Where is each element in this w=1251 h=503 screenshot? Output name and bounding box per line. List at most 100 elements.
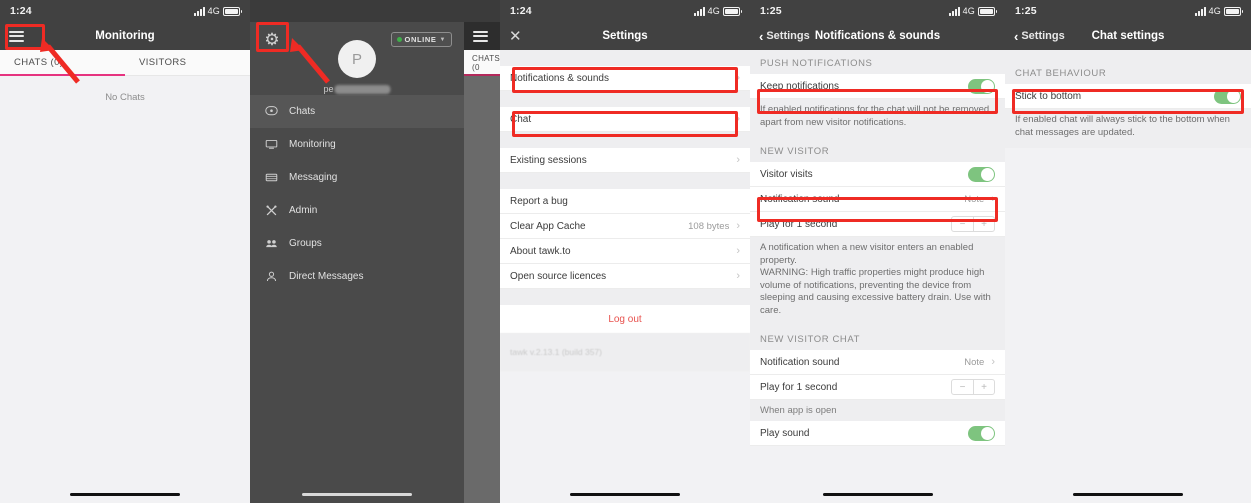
row-label: Notification sound [760,356,840,368]
settings-row-notifications[interactable]: Notifications & sounds › [500,66,750,91]
signal-bars-icon [948,6,960,16]
chevron-left-icon[interactable]: ‹ [1014,30,1018,43]
home-indicator [570,493,680,496]
toggle-keep-notifications[interactable] [968,78,995,94]
toggle-play-sound[interactable] [968,425,995,441]
navigation-drawer: ⚙ ONLINE ▼ P pe Chats Monitoring Messagi… [250,22,500,503]
group-icon [264,237,278,250]
panel-chat-settings: 1:25 4G ‹ Settings Chat settings CHAT BE… [1005,0,1251,503]
sidebar-item-label: Groups [289,238,322,249]
row-play-duration-visitor[interactable]: Play for 1 second − + [750,212,1005,238]
status-time: 1:25 [760,5,782,17]
online-dot-icon [396,37,402,42]
home-indicator [70,493,180,496]
network-label: 4G [207,6,220,16]
peek-tab-chats[interactable]: CHATS (0 [464,50,500,76]
row-notification-sound-chat[interactable]: Notification sound Note › [750,350,1005,376]
nav-bar-settings: ✕ Settings [500,22,750,50]
settings-row-about[interactable]: About tawk.to › [500,239,750,264]
panel-settings: 1:24 4G ✕ Settings Notifications & sound… [500,0,750,503]
signal-bars-icon [444,7,455,16]
stepper-plus-icon[interactable]: + [973,217,994,232]
status-indicators: 4G [948,6,997,16]
username: pe [323,84,391,94]
section-note-push: If enabled notifications for the chat wi… [750,99,1005,139]
drawer-menu: Chats Monitoring Messaging Admin Groups … [250,95,464,293]
list-gap [500,289,750,305]
chevron-left-icon[interactable]: ‹ [759,30,763,43]
row-label: Play sound [760,427,810,439]
settings-row-existing-sessions[interactable]: Existing sessions › [500,148,750,173]
close-icon[interactable]: ✕ [509,29,522,44]
sidebar-item-direct-messages[interactable]: Direct Messages [250,260,464,293]
sidebar-item-messaging[interactable]: Messaging [250,161,464,194]
chevron-right-icon: › [736,220,740,232]
row-visitor-visits[interactable]: Visitor visits [750,162,1005,188]
logout-button[interactable]: Log out [500,305,750,333]
sidebar-item-monitoring[interactable]: Monitoring [250,128,464,161]
monitor-icon [264,138,278,151]
section-note-chat-behaviour: If enabled chat will always stick to the… [1005,109,1251,149]
home-indicator [302,493,412,496]
stepper-plus-icon[interactable]: + [973,380,994,395]
settings-row-licences[interactable]: Open source licences › [500,264,750,289]
network-label: 4G [962,6,975,16]
signal-bars-icon [1194,6,1206,16]
tab-chats-label: CHATS (0) [14,57,64,68]
gear-icon[interactable]: ⚙ [263,31,281,49]
panel-notifications-sounds: 1:25 4G ‹ Settings Notifications & sound… [750,0,1005,503]
sidebar-item-chats[interactable]: Chats [250,95,464,128]
stepper-minus-icon[interactable]: − [952,380,973,394]
row-keep-notifications[interactable]: Keep notifications [750,74,1005,99]
sidebar-item-label: Admin [289,205,318,216]
row-label: Play for 1 second [760,218,838,230]
settings-row-label: Report a bug [510,195,568,207]
signal-bars-icon [693,6,705,16]
menu-button[interactable] [0,30,24,42]
settings-row-chat[interactable]: Chat › [500,107,750,132]
tab-visitors[interactable]: VISITORS [125,50,250,75]
sidebar-item-admin[interactable]: Admin [250,194,464,227]
status-bar: 1:25 4G [1005,0,1251,22]
stepper-play-duration-visitor[interactable]: − + [951,216,995,233]
status-time: 1:24 [510,5,532,17]
row-play-duration-chat[interactable]: Play for 1 second − + [750,375,1005,401]
chevron-right-icon: › [991,193,995,206]
row-stick-to-bottom[interactable]: Stick to bottom [1005,84,1251,109]
settings-row-clear-cache[interactable]: Clear App Cache 108 bytes › [500,214,750,239]
status-indicators: 4G [693,6,742,16]
drawer-peek-underlay[interactable]: CHATS (0 [464,22,500,503]
stepper-play-duration-chat[interactable]: − + [951,379,995,396]
battery-icon [978,6,997,16]
chevron-right-icon: › [736,270,740,282]
section-header-push: PUSH NOTIFICATIONS [750,50,1005,74]
battery-icon [473,7,490,16]
status-bar: 1:24 4G [250,0,500,22]
settings-row-report-bug[interactable]: Report a bug › [500,189,750,214]
sidebar-item-label: Monitoring [289,139,336,150]
stepper-minus-icon[interactable]: − [952,217,973,231]
tab-chats[interactable]: CHATS (0) [0,50,125,76]
row-notification-sound-visitor[interactable]: Notification sound Note › [750,187,1005,213]
tab-visitors-label: VISITORS [139,57,187,68]
back-label: Settings [766,30,810,42]
hamburger-icon[interactable] [473,30,488,42]
close-button[interactable]: ✕ [500,29,522,44]
signal-bars-icon [193,6,205,16]
back-button[interactable]: ‹ Settings [750,30,810,43]
toggle-visitor-visits[interactable] [968,166,995,182]
avatar[interactable]: P [338,40,376,78]
battery-icon [723,6,742,16]
section-header-new-visitor: NEW VISITOR [750,138,1005,163]
toggle-stick-to-bottom[interactable] [1214,88,1241,104]
status-badge[interactable]: ONLINE ▼ [390,32,452,47]
sidebar-item-groups[interactable]: Groups [250,227,464,260]
panel-drawer: 1:24 4G ⚙ ONLINE ▼ P [250,0,500,503]
home-indicator [822,493,933,496]
back-button[interactable]: ‹ Settings [1005,30,1065,43]
row-label: Play for 1 second [760,381,838,393]
hamburger-icon[interactable] [9,30,24,42]
chevron-down-icon: ▼ [439,36,446,43]
row-play-sound[interactable]: Play sound [750,421,1005,447]
section-note-new-visitor: A notification when a new visitor enters… [750,237,1005,327]
